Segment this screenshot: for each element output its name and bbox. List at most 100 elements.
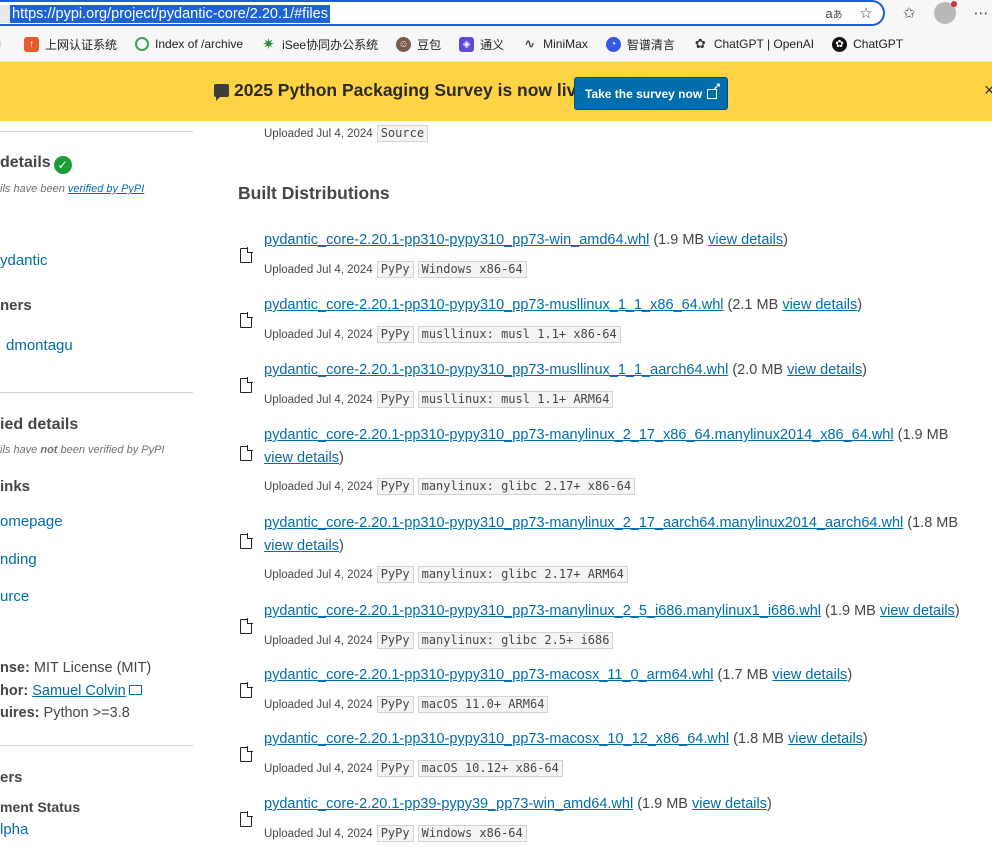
wheel-file-link[interactable]: pydantic_core-2.20.1-pp310-pypy310_pp73-… — [264, 603, 821, 619]
paren: ) — [783, 232, 788, 248]
file-icon — [240, 312, 253, 328]
paren: ) — [862, 362, 867, 378]
favorite-star-icon[interactable]: ☆ — [855, 2, 877, 24]
source-link[interactable]: urce — [0, 588, 29, 605]
file-icon — [240, 247, 253, 263]
file-size: (1.9 MB — [633, 796, 693, 812]
file-size: (1.9 MB — [893, 427, 949, 443]
favorite-chatgpt[interactable]: ✿ ChatGPT — [832, 36, 903, 52]
gear-icon: ✷ — [262, 36, 275, 53]
favorites-bar: ≡ ↑上网认证系统 Index of /archive ✷iSee协同办公系统 … — [0, 27, 992, 62]
view-details-link[interactable]: view details — [787, 362, 862, 378]
banner-message: 2025 Python Packaging Survey is now live… — [214, 80, 592, 101]
wheel-file-link[interactable]: pydantic_core-2.20.1-pp310-pypy310_pp73-… — [264, 667, 714, 683]
dev-status-link[interactable]: lpha — [0, 821, 28, 838]
favorite-zhipu[interactable]: ◔ 智谱清言 — [605, 36, 675, 53]
wheel-file-link[interactable]: pydantic_core-2.20.1-pp39-pypy39_pp73-wi… — [264, 796, 633, 812]
file-size: (1.8 MB — [903, 515, 959, 531]
upload-info: Uploaded Jul 4, 2024 PyPy Windows x86-64 — [264, 825, 527, 842]
file-size: (1.8 MB — [729, 731, 788, 747]
zhipu-icon: ◔ — [605, 36, 621, 52]
distribution-line: pydantic_core-2.20.1-pp39-pypy39_pp73-wi… — [264, 795, 772, 813]
upload-info: Uploaded Jul 4, 2024 PyPy manylinux: glibc… — [264, 632, 614, 649]
organization-link[interactable]: ydantic — [0, 252, 48, 269]
distribution-line-wrap: view details) — [264, 449, 344, 467]
wheel-file-link[interactable]: pydantic_core-2.20.1-pp310-pypy310_pp73-… — [264, 427, 894, 443]
tongyi-icon: ◈ — [459, 36, 475, 52]
address-bar[interactable]: https://pypi.org/project/pydantic-core/2… — [0, 0, 885, 26]
wheel-file-link[interactable]: pydantic_core-2.20.1-pp310-pypy310_pp73-… — [264, 515, 903, 531]
file-icon — [240, 445, 253, 461]
funding-link[interactable]: nding — [0, 551, 37, 568]
mail-icon[interactable] — [128, 685, 142, 695]
upload-info: Uploaded Jul 4, 2024 PyPy musllinux: musl … — [264, 391, 614, 408]
platform-tag: PyPy — [376, 760, 414, 777]
requires-meta: uires: Python >=3.8 — [0, 705, 130, 721]
file-size: (1.7 MB — [713, 667, 773, 683]
distribution-line: pydantic_core-2.20.1-pp310-pypy310_pp73-… — [264, 231, 788, 249]
favorite-portal[interactable]: ↑ 上网认证系统 — [24, 36, 117, 53]
wheel-file-link[interactable]: pydantic_core-2.20.1-pp310-pypy310_pp73-… — [264, 232, 649, 248]
maintainers-title: ners — [0, 297, 32, 314]
upload-info: Uploaded Jul 4, 2024 PyPy Windows x86-64 — [264, 261, 527, 278]
profile-avatar[interactable] — [934, 1, 957, 24]
platform-tag: PyPy — [376, 632, 414, 649]
upload-info: Uploaded Jul 4, 2024 PyPy manylinux: glibc… — [264, 478, 636, 495]
file-icon — [240, 377, 253, 393]
platform-tag: musllinux: musl 1.1+ ARM64 — [417, 391, 614, 408]
view-details-link[interactable]: view details — [772, 667, 847, 683]
classifiers-title: ers — [0, 769, 23, 786]
project-links-title: inks — [0, 478, 31, 495]
upload-info: Uploaded Jul 4, 2024 PyPy macOS 11.0+ ARM6… — [264, 696, 549, 713]
more-menu-icon[interactable]: ⋯ — [970, 2, 992, 24]
favorite-doubao[interactable]: ☺ 豆包 — [396, 36, 441, 53]
distribution-line: pydantic_core-2.20.1-pp310-pypy310_pp73-… — [264, 514, 958, 532]
files-section: Uploaded Jul 4, 2024 Source Built Distri… — [220, 121, 992, 850]
distribution-line-wrap: view details) — [264, 537, 344, 555]
platform-tag: PyPy — [376, 566, 414, 583]
wheel-file-link[interactable]: pydantic_core-2.20.1-pp310-pypy310_pp73-… — [264, 731, 729, 747]
divider — [0, 131, 193, 132]
url-text[interactable]: https://pypi.org/project/pydantic-core/2… — [10, 5, 330, 23]
wheel-file-link[interactable]: pydantic_core-2.20.1-pp310-pypy310_pp73-… — [264, 297, 723, 313]
view-details-link[interactable]: view details — [880, 603, 955, 619]
distribution-line: pydantic_core-2.20.1-pp310-pypy310_pp73-… — [264, 602, 960, 620]
view-details-link[interactable]: view details — [708, 232, 783, 248]
file-icon — [240, 533, 253, 549]
view-details-link[interactable]: view details — [264, 538, 339, 554]
favorite-chatgpt-openai[interactable]: ✿ ChatGPT | OpenAI — [693, 36, 814, 52]
file-size: (1.9 MB — [649, 232, 709, 248]
platform-tag: PyPy — [376, 326, 414, 343]
favorite-archive[interactable]: Index of /archive — [135, 37, 243, 51]
view-details-link[interactable]: view details — [782, 297, 857, 313]
platform-tag: manylinux: glibc 2.17+ x86-64 — [417, 478, 636, 495]
site-info-icon[interactable] — [0, 5, 10, 23]
platform-tag: Windows x86-64 — [417, 825, 527, 842]
take-survey-button[interactable]: Take the survey now — [574, 77, 729, 110]
homepage-link[interactable]: omepage — [0, 513, 63, 530]
verified-by-pypi-link[interactable]: verified by PyPI — [68, 183, 144, 195]
paren: ) — [766, 796, 772, 812]
favorite-tongyi[interactable]: ◈ 通义 — [459, 36, 504, 53]
close-banner-button[interactable]: × — [984, 80, 992, 101]
upload-info: Uploaded Jul 4, 2024 PyPy musllinux: musl … — [264, 326, 621, 343]
maintainer-link[interactable]: dmontagu — [6, 337, 73, 354]
view-details-link[interactable]: view details — [264, 450, 339, 466]
wheel-file-link[interactable]: pydantic_core-2.20.1-pp310-pypy310_pp73-… — [264, 362, 728, 378]
platform-tag: Windows x86-64 — [417, 261, 527, 278]
file-icon — [240, 746, 253, 762]
paren: ) — [954, 603, 960, 619]
file-size: (2.1 MB — [723, 297, 783, 313]
distribution-line: pydantic_core-2.20.1-pp310-pypy310_pp73-… — [264, 666, 852, 684]
view-details-link[interactable]: view details — [692, 796, 767, 812]
paren: ) — [857, 297, 863, 313]
favorites-overflow-icon[interactable]: ≡ — [0, 37, 4, 51]
view-details-link[interactable]: view details — [788, 731, 863, 747]
unverified-details-title: ied details — [0, 416, 79, 433]
platform-tag: musllinux: musl 1.1+ x86-64 — [417, 326, 621, 343]
favorite-minimax[interactable]: ∿ MiniMax — [522, 36, 588, 52]
favorite-isee[interactable]: ✷ iSee协同办公系统 — [261, 36, 378, 53]
author-link[interactable]: Samuel Colvin — [32, 683, 126, 699]
read-aloud-icon[interactable]: aあ — [823, 2, 845, 24]
collections-icon[interactable]: ✩ — [898, 2, 920, 24]
